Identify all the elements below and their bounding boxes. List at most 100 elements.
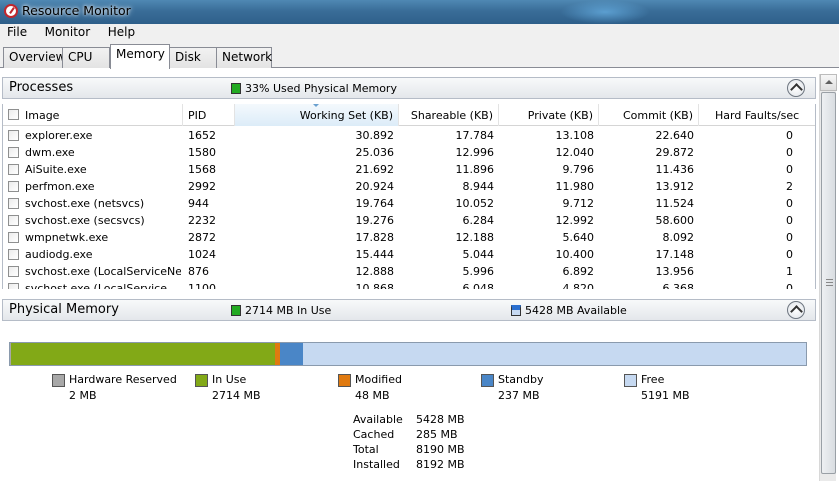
legend-name: Free <box>641 373 665 386</box>
physical-memory-panel-header[interactable]: Physical Memory 2714 MB In Use 5428 MB A… <box>2 299 816 321</box>
table-row[interactable]: svchost.exe (netsvcs) 944 19.764 10.052 9.71… <box>3 195 815 212</box>
table-cell: 1 <box>786 265 793 278</box>
scrollbar-thumb[interactable] <box>821 92 836 474</box>
in-use-label: 2714 MB In Use <box>245 304 332 317</box>
summary-total: Total 8190 MB <box>353 443 473 458</box>
table-cell: 1100 <box>188 282 216 289</box>
column-hard-faults[interactable]: Hard Faults/sec <box>699 104 815 126</box>
tab-cpu[interactable]: CPU <box>62 47 110 68</box>
table-cell: explorer.exe <box>25 129 93 142</box>
menu-monitor[interactable]: Monitor <box>38 24 98 39</box>
summary-label: Installed <box>353 458 400 471</box>
table-cell: 5.044 <box>462 248 495 261</box>
legend-name: Modified <box>355 373 402 386</box>
scroll-up-arrow-icon[interactable] <box>820 74 837 91</box>
tab-overview[interactable]: Overview <box>3 47 66 68</box>
table-cell: 876 <box>188 265 209 278</box>
processes-panel-header[interactable]: Processes 33% Used Physical Memory <box>2 77 816 99</box>
row-checkbox[interactable] <box>8 283 19 289</box>
table-cell: 13.956 <box>655 265 695 278</box>
tab-disk[interactable]: Disk <box>169 47 217 68</box>
collapse-physical-memory-button[interactable] <box>787 301 805 319</box>
hardware-reserved-swatch <box>52 374 65 387</box>
table-cell: 19.276 <box>355 214 395 227</box>
table-cell: 29.872 <box>655 146 695 159</box>
table-cell: 20.924 <box>355 180 395 193</box>
table-cell: 2 <box>786 180 793 193</box>
table-row[interactable]: svchost.exe (LocalServiceNet... 876 12.888… <box>3 263 815 280</box>
resource-monitor-icon <box>4 4 18 18</box>
column-shareable[interactable]: Shareable (KB) <box>399 104 499 126</box>
collapse-processes-button[interactable] <box>787 79 805 97</box>
table-row[interactable]: svchost.exe (secsvcs) 2232 19.276 6.284 12.9… <box>3 212 815 229</box>
summary-installed: Installed 8192 MB <box>353 458 473 473</box>
tab-memory[interactable]: Memory <box>110 44 170 69</box>
table-row[interactable]: wmpnetwk.exe 2872 17.828 12.188 5.640 8.092 0 <box>3 229 815 246</box>
table-cell: 0 <box>786 197 793 210</box>
table-row[interactable]: audiodg.exe 1024 15.444 5.044 10.400 17.148 0 <box>3 246 815 263</box>
tab-strip: Overview CPU Memory Disk Network <box>0 42 839 69</box>
table-cell: 0 <box>786 129 793 142</box>
physical-memory-title: Physical Memory <box>9 302 119 317</box>
table-cell: 17.784 <box>455 129 495 142</box>
scrollbar-grip-icon <box>826 279 833 286</box>
row-checkbox[interactable] <box>8 215 19 226</box>
processes-title: Processes <box>9 80 74 95</box>
table-cell: 13.108 <box>555 129 595 142</box>
row-checkbox[interactable] <box>8 130 19 141</box>
table-cell: 6.048 <box>462 282 495 289</box>
menu-file[interactable]: File <box>0 24 34 39</box>
table-row[interactable]: svchost.exe (LocalService... 1100 10.868 6.… <box>3 280 815 289</box>
table-cell: 58.600 <box>655 214 695 227</box>
table-cell: 0 <box>786 163 793 176</box>
table-cell: 6.368 <box>662 282 695 289</box>
table-cell: svchost.exe (secsvcs) <box>25 214 145 227</box>
table-cell: 10.052 <box>455 197 495 210</box>
table-cell: 9.712 <box>562 197 595 210</box>
menu-help[interactable]: Help <box>101 24 142 39</box>
table-cell: perfmon.exe <box>25 180 95 193</box>
legend-value: 5191 MB <box>641 389 690 402</box>
summary-cached: Cached 285 MB <box>353 428 473 443</box>
table-cell: 0 <box>786 231 793 244</box>
row-checkbox[interactable] <box>8 249 19 260</box>
tab-network[interactable]: Network <box>216 47 272 68</box>
vertical-scrollbar[interactable] <box>819 74 837 481</box>
column-pid[interactable]: PID <box>183 104 235 126</box>
in-use-legend-swatch <box>195 374 208 387</box>
table-cell: svchost.exe (netsvcs) <box>25 197 145 210</box>
table-cell: 19.764 <box>355 197 395 210</box>
row-checkbox[interactable] <box>8 181 19 192</box>
table-cell: 12.040 <box>555 146 595 159</box>
available-swatch <box>511 305 521 316</box>
memory-segment-in-use <box>11 343 275 365</box>
column-image[interactable]: Image <box>3 104 183 126</box>
table-cell: svchost.exe (LocalServiceNet... <box>25 265 181 278</box>
table-cell: audiodg.exe <box>25 248 93 261</box>
legend-value: 237 MB <box>498 389 540 402</box>
table-row[interactable]: dwm.exe 1580 25.036 12.996 12.040 29.872 0 <box>3 144 815 161</box>
memory-summary: Available 5428 MB Cached 285 MB Total 8190 … <box>353 413 473 473</box>
row-checkbox[interactable] <box>8 147 19 158</box>
row-checkbox[interactable] <box>8 232 19 243</box>
memory-segment-standby <box>280 343 303 365</box>
row-checkbox[interactable] <box>8 164 19 175</box>
column-private[interactable]: Private (KB) <box>499 104 599 126</box>
available-label: 5428 MB Available <box>525 304 627 317</box>
table-cell: 4.820 <box>562 282 595 289</box>
table-cell: 0 <box>786 248 793 261</box>
row-checkbox[interactable] <box>8 198 19 209</box>
table-row[interactable]: explorer.exe 1652 30.892 17.784 13.108 22.640… <box>3 127 815 144</box>
table-cell: 5.996 <box>462 265 495 278</box>
row-checkbox[interactable] <box>8 266 19 277</box>
table-cell: 5.640 <box>562 231 595 244</box>
column-commit[interactable]: Commit (KB) <box>599 104 699 126</box>
table-cell: svchost.exe (LocalService... <box>25 282 178 289</box>
summary-available: Available 5428 MB <box>353 413 473 428</box>
table-row[interactable]: AiSuite.exe 1568 21.692 11.896 9.796 11.436 0 <box>3 161 815 178</box>
column-working-set[interactable]: Working Set (KB) <box>235 104 399 126</box>
table-cell: 8.944 <box>462 180 495 193</box>
table-row[interactable]: perfmon.exe 2992 20.924 8.944 11.980 13.912 2 <box>3 178 815 195</box>
legend-name: Hardware Reserved <box>69 373 177 386</box>
sort-descending-icon <box>313 104 319 107</box>
